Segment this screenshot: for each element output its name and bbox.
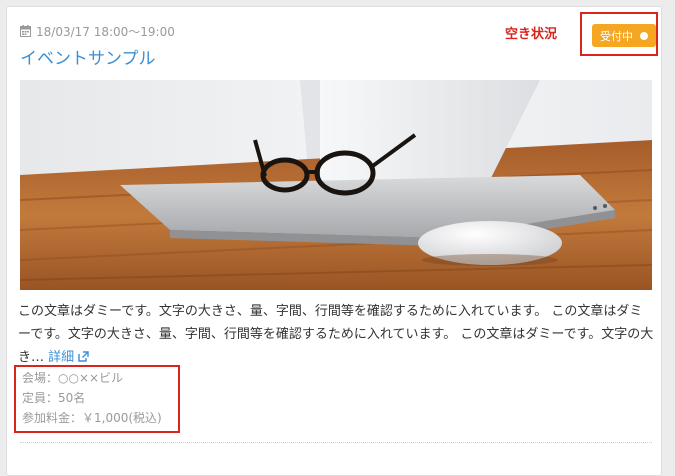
capacity-text: 定員：50名 xyxy=(22,391,86,405)
dot-icon xyxy=(640,31,648,40)
laptop-glasses-mouse-photo xyxy=(20,80,652,290)
event-info-highlight-box: 会場：○○××ビル 定員：50名 参加料金：￥1,000(税込) xyxy=(14,365,180,433)
detail-link[interactable]: 詳細 xyxy=(48,350,90,365)
event-card: 18/03/17 18:00～19:00 イベントサンプル 空き状況 受付中 こ… xyxy=(6,6,662,476)
detail-link-label: 詳細 xyxy=(48,350,75,365)
venue-text: 会場：○○××ビル xyxy=(22,371,124,385)
calendar-icon xyxy=(20,25,31,37)
status-highlight-box: 受付中 xyxy=(580,12,658,56)
availability-label: 空き状況 xyxy=(505,27,558,42)
status-badge: 受付中 xyxy=(592,24,656,47)
event-description: この文章はダミーです。文字の大きさ、量、字間、行間等を確認するために入れています… xyxy=(18,300,654,369)
fee-text: 参加料金：￥1,000(税込) xyxy=(22,411,162,425)
status-badge-label: 受付中 xyxy=(600,29,633,43)
event-image[interactable] xyxy=(20,80,652,290)
event-date-row: 18/03/17 18:00～19:00 xyxy=(20,23,175,39)
event-title-link[interactable]: イベントサンプル xyxy=(20,44,156,69)
event-date-time: 18/03/17 18:00～19:00 xyxy=(36,24,175,39)
divider xyxy=(20,442,652,443)
event-description-text: この文章はダミーです。文字の大きさ、量、字間、行間等を確認するために入れています… xyxy=(18,304,654,365)
external-link-icon xyxy=(78,351,90,362)
